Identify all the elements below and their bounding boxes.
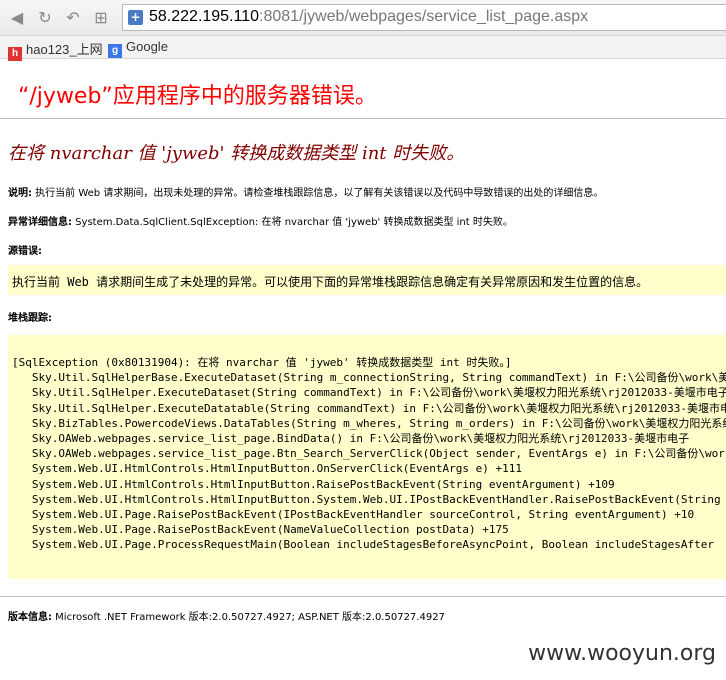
browser-toolbar: ◀ ↻ ↶ ⊞ + 58.222.195.110:8081/jyweb/webp…	[0, 0, 726, 36]
bookmark-label: Google	[126, 39, 168, 54]
description-line: 说明: 执行当前 Web 请求期间，出现未处理的异常。请检查堆栈跟踪信息，以了解…	[8, 184, 603, 199]
page-heading: “/jyweb”应用程序中的服务器错误。	[18, 84, 377, 109]
exception-label: 异常详细信息:	[8, 217, 72, 228]
description-label: 说明:	[8, 188, 32, 199]
version-text: Microsoft .NET Framework 版本:2.0.50727.49…	[52, 612, 445, 623]
stack-line: Sky.Util.SqlHelper.ExecuteDatatable(Stri…	[12, 401, 726, 415]
stack-trace-box[interactable]: [SqlException (0x80131904): 在将 nvarchar …	[8, 335, 726, 579]
source-error-text: 执行当前 Web 请求期间生成了未处理的异常。可以使用下面的异常堆栈跟踪信息确定…	[12, 275, 649, 289]
stack-line: Sky.Util.SqlHelper.ExecuteDataset(String…	[12, 386, 726, 400]
version-divider	[0, 596, 726, 597]
stack-line: [SqlException (0x80131904): 在将 nvarchar …	[12, 356, 512, 369]
watermark: www.wooyun.org	[528, 641, 716, 666]
site-shield-icon: +	[128, 10, 143, 25]
apps-icon[interactable]: ⊞	[90, 7, 112, 29]
stack-line: Sky.OAWeb.webpages.service_list_page.Bin…	[12, 432, 690, 446]
exception-details-line: 异常详细信息: System.Data.SqlClient.SqlExcepti…	[8, 213, 513, 228]
refresh-icon[interactable]: ↻	[34, 7, 56, 29]
stack-line: System.Web.UI.Page.RaisePostBackEvent(Na…	[12, 523, 509, 537]
stack-line: System.Web.UI.Page.RaisePostBackEvent(IP…	[12, 508, 695, 522]
bookmark-hao123[interactable]: h hao123_上网	[8, 39, 103, 61]
heading-divider	[0, 118, 726, 119]
stack-line: System.Web.UI.HtmlControls.HtmlInputButt…	[12, 492, 721, 506]
url-host: 58.222.195.110	[149, 8, 260, 25]
version-info-line: 版本信息: Microsoft .NET Framework 版本:2.0.50…	[8, 608, 445, 623]
stack-line: System.Web.UI.HtmlControls.HtmlInputButt…	[12, 477, 615, 491]
address-bar[interactable]: + 58.222.195.110:8081/jyweb/webpages/ser…	[122, 4, 726, 31]
stack-line: System.Web.UI.Page.ProcessRequestMain(Bo…	[12, 538, 714, 552]
stack-trace-line: 堆栈跟踪:	[8, 309, 52, 324]
stack-line: Sky.BizTables.PowercodeViews.DataTables(…	[12, 416, 726, 430]
stack-label: 堆栈跟踪:	[8, 313, 52, 324]
bookmarks-bar: h hao123_上网 g Google	[0, 36, 726, 61]
source-error-box: 执行当前 Web 请求期间生成了未处理的异常。可以使用下面的异常堆栈跟踪信息确定…	[8, 265, 726, 295]
error-title: 在将 nvarchar 值 'jyweb' 转换成数据类型 int 时失败。	[8, 143, 465, 164]
source-error-line: 源错误:	[8, 242, 42, 257]
page-content: “/jyweb”应用程序中的服务器错误。 在将 nvarchar 值 'jywe…	[0, 59, 726, 680]
bookmark-google[interactable]: g Google	[108, 39, 168, 58]
url-text[interactable]: 58.222.195.110:8081/jyweb/webpages/servi…	[149, 8, 588, 26]
stack-trace-text: [SqlException (0x80131904): 在将 nvarchar …	[12, 355, 726, 553]
stack-line: System.Web.UI.HtmlControls.HtmlInputButt…	[12, 462, 522, 476]
version-label: 版本信息:	[8, 612, 52, 623]
bookmark-label: hao123_上网	[26, 42, 103, 57]
description-text: 执行当前 Web 请求期间，出现未处理的异常。请检查堆栈跟踪信息，以了解有关该错…	[32, 188, 604, 199]
exception-text: System.Data.SqlClient.SqlException: 在将 n…	[72, 217, 513, 228]
google-icon: g	[108, 44, 122, 58]
stack-line: Sky.Util.SqlHelperBase.ExecuteDataset(St…	[31, 371, 726, 385]
url-path: :8081/jyweb/webpages/service_list_page.a…	[259, 8, 589, 25]
undo-icon[interactable]: ↶	[62, 7, 84, 29]
stack-line: Sky.OAWeb.webpages.service_list_page.Btn…	[12, 447, 726, 461]
back-icon[interactable]: ◀	[6, 7, 28, 29]
source-label: 源错误:	[8, 246, 42, 257]
